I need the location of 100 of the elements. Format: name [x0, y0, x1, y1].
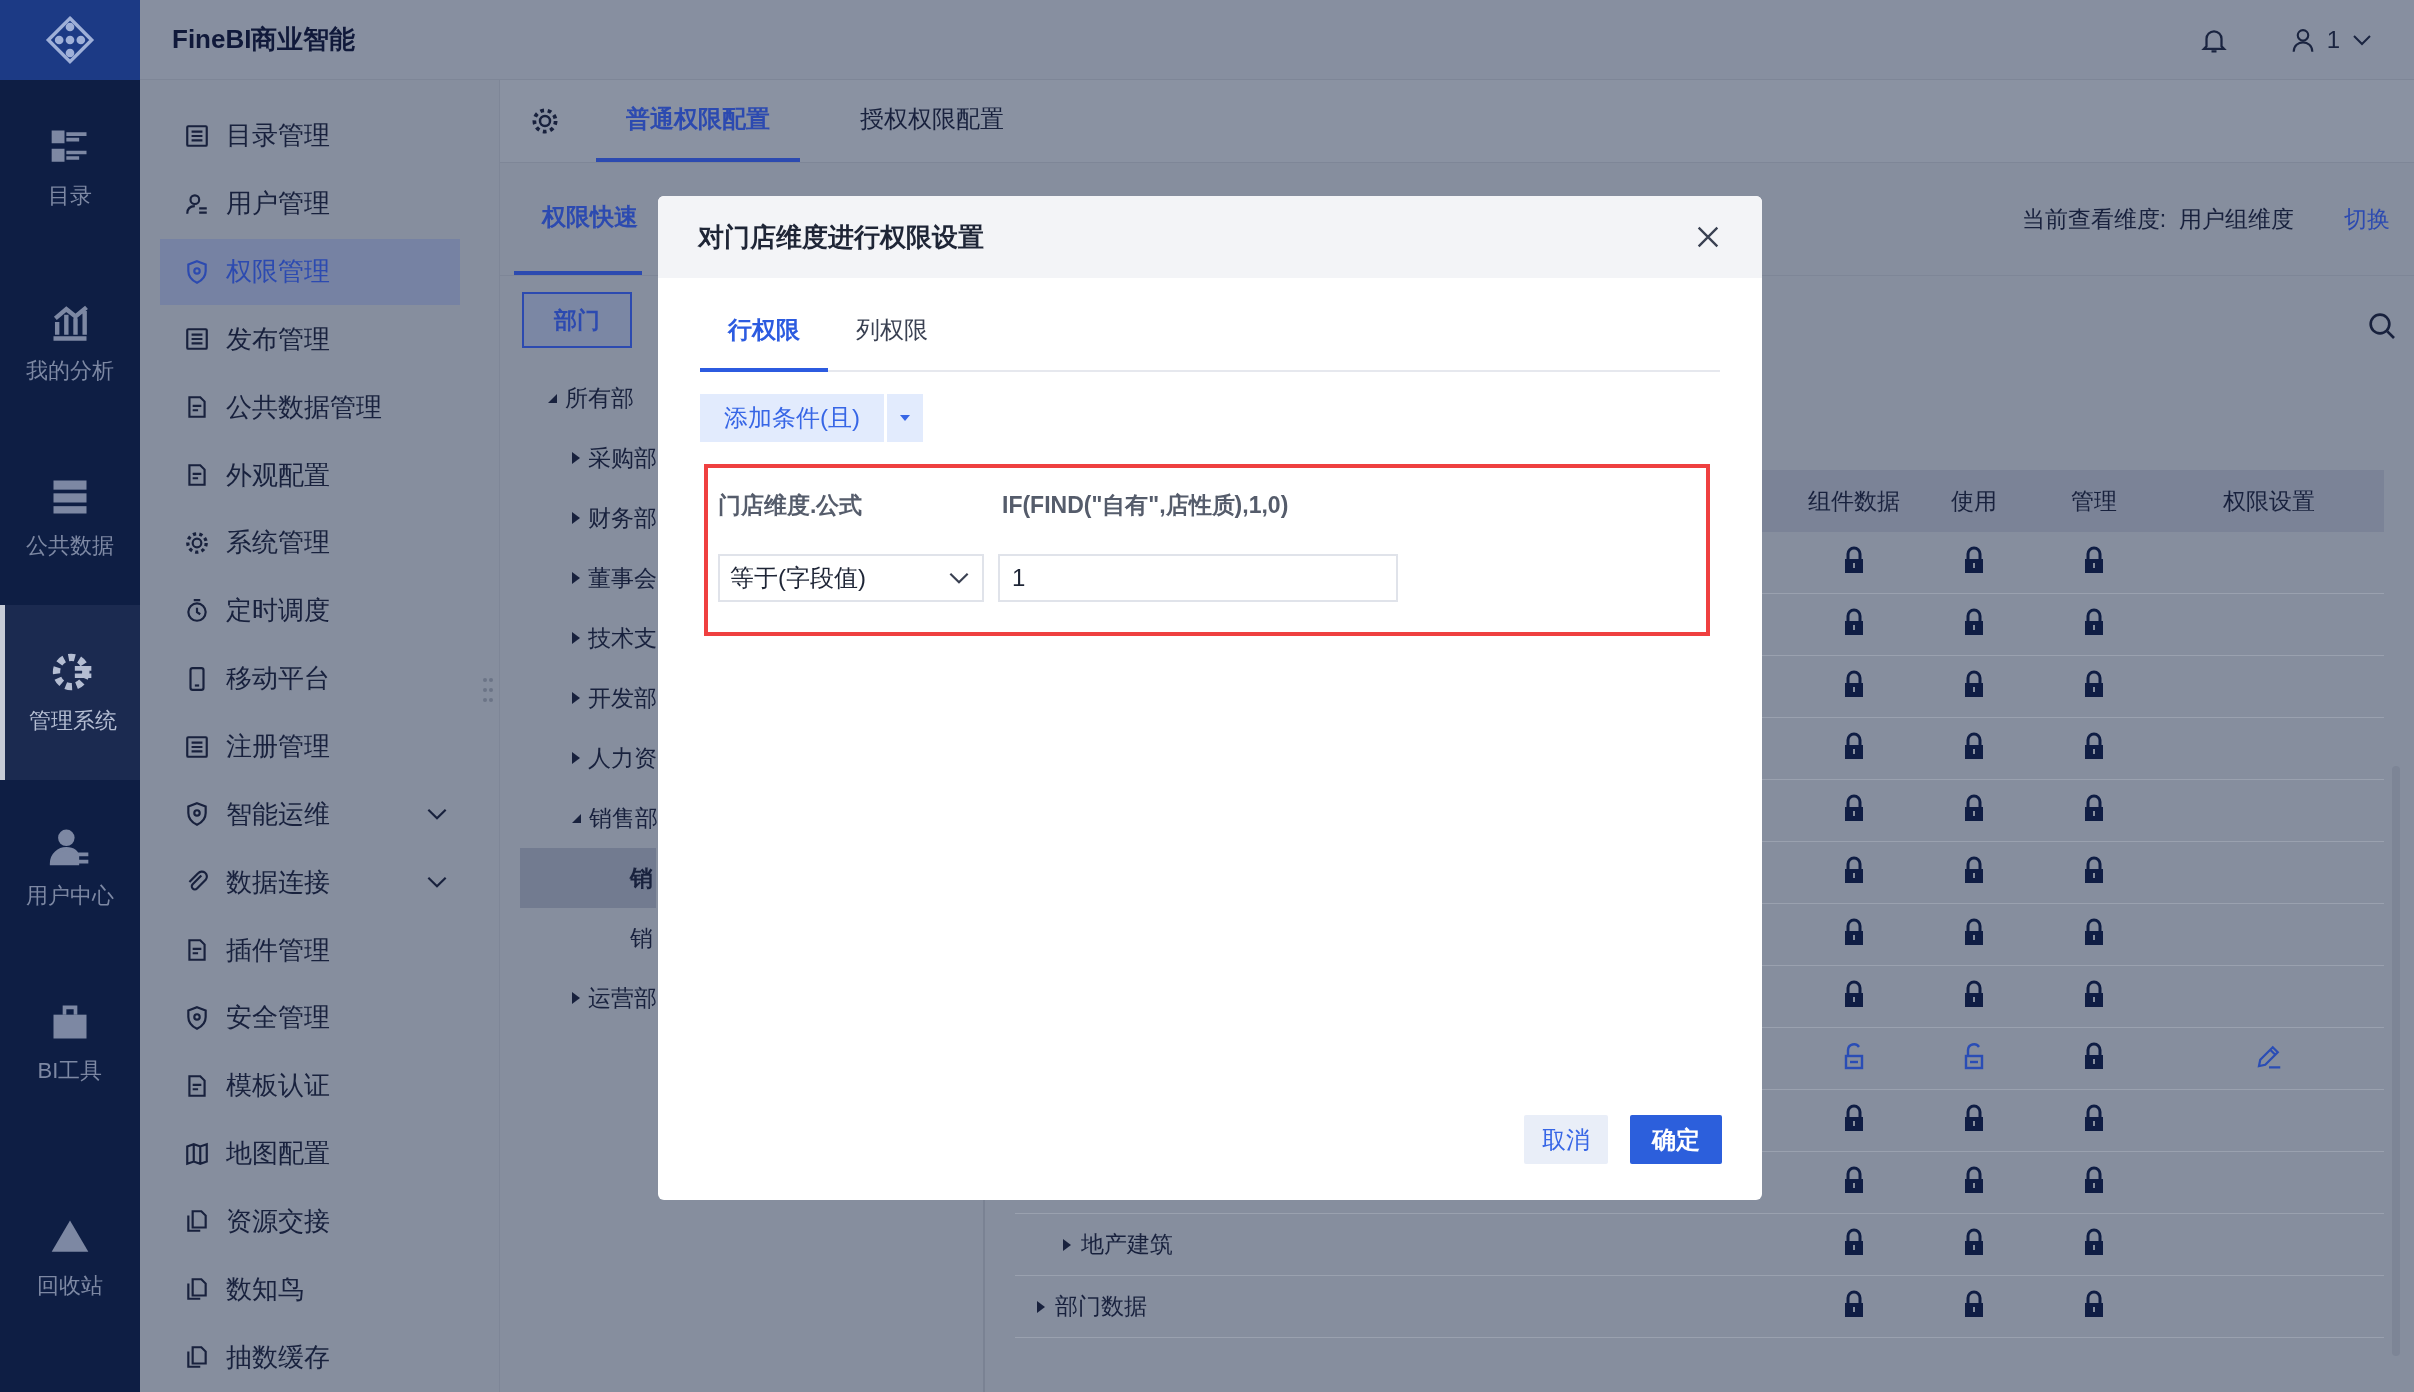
collapsed-triangle-icon[interactable]	[572, 512, 580, 524]
menu-item[interactable]: 安全管理	[160, 984, 460, 1051]
lock-icon[interactable]	[2082, 731, 2106, 760]
lock-icon[interactable]	[2082, 1103, 2106, 1132]
copy-icon	[184, 1208, 210, 1235]
tree-item[interactable]: 所有部	[520, 368, 656, 428]
lock-icon[interactable]	[2082, 1041, 2106, 1070]
lock-icon[interactable]	[2082, 669, 2106, 698]
tree-item[interactable]: 董事会	[520, 548, 656, 608]
rail-item[interactable]: 管理系统	[0, 605, 140, 780]
collapsed-triangle-icon[interactable]	[572, 752, 580, 764]
lock-icon[interactable]	[1842, 1227, 1866, 1256]
lock-icon[interactable]	[2082, 793, 2106, 822]
lock-icon[interactable]	[1962, 1165, 1986, 1194]
lock-icon[interactable]	[1842, 1289, 1866, 1318]
collapsed-triangle-icon[interactable]	[572, 572, 580, 584]
dropdown-toggle[interactable]	[887, 394, 923, 442]
settings-icon[interactable]	[530, 106, 560, 136]
lock-icon[interactable]	[1962, 1289, 1986, 1318]
list-icon	[184, 122, 210, 149]
value-field[interactable]: 1	[998, 554, 1398, 602]
expanded-triangle-icon[interactable]	[572, 813, 581, 823]
lock-icon[interactable]	[1842, 917, 1866, 946]
lock-icon[interactable]	[1842, 793, 1866, 822]
lock-icon[interactable]	[1842, 731, 1866, 760]
lock-icon[interactable]	[2082, 917, 2106, 946]
tab[interactable]: 行权限	[700, 314, 828, 372]
shield-icon	[184, 1004, 210, 1031]
rail-item[interactable]: 回收站	[0, 1170, 140, 1345]
tree-item[interactable]: 销售部	[520, 788, 656, 848]
menu-item[interactable]: 公共数据管理	[160, 374, 460, 441]
lock-icon[interactable]	[1842, 1165, 1866, 1194]
collapsed-triangle-icon[interactable]	[572, 632, 580, 644]
tree-item[interactable]: 销	[520, 908, 656, 968]
lock-icon[interactable]	[1962, 917, 1986, 946]
collapsed-triangle-icon[interactable]	[572, 452, 580, 464]
rail-item[interactable]: 用户中心	[0, 780, 140, 955]
row-name: 地产建筑	[1081, 1230, 1173, 1259]
lock-icon[interactable]	[2082, 1227, 2106, 1256]
tab[interactable]: 列权限	[828, 314, 956, 372]
lock-icon[interactable]	[1842, 669, 1866, 698]
lock-icon[interactable]	[1962, 545, 1986, 574]
rail-item[interactable]: 公共数据	[0, 430, 140, 605]
menu-item[interactable]: 外观配置	[160, 442, 460, 509]
rail-item[interactable]: 目录	[0, 80, 140, 255]
lock-icon[interactable]	[1962, 731, 1986, 760]
menu-item[interactable]: 插件管理	[160, 917, 460, 983]
menu-item[interactable]: 注册管理	[160, 713, 460, 780]
tree-item[interactable]: 财务部	[520, 488, 656, 548]
menu-item[interactable]: 抽数缓存	[160, 1324, 460, 1391]
menu-item[interactable]: 模板认证	[160, 1052, 460, 1119]
lock-icon[interactable]	[2082, 1289, 2106, 1318]
lock-icon[interactable]	[1842, 1103, 1866, 1132]
menu-item[interactable]: 数知鸟	[160, 1256, 460, 1323]
menu-item[interactable]: 移动平台	[160, 645, 460, 712]
tree-item[interactable]: 销	[520, 848, 656, 908]
tree-item[interactable]: 人力资	[520, 728, 656, 788]
lock-icon[interactable]	[2082, 979, 2106, 1008]
menu-item[interactable]: 地图配置	[160, 1120, 460, 1187]
lock-icon[interactable]	[2082, 855, 2106, 884]
expanded-triangle-icon[interactable]	[548, 393, 557, 403]
tree-item[interactable]: 开发部	[520, 668, 656, 728]
lock-icon[interactable]	[1842, 545, 1866, 574]
collapsed-triangle-icon[interactable]	[1063, 1238, 1071, 1251]
menu-item[interactable]: 系统管理	[160, 510, 460, 576]
lock-icon[interactable]	[1962, 669, 1986, 698]
add-condition-button[interactable]: 添加条件(且)	[700, 394, 884, 442]
lock-icon[interactable]	[1842, 979, 1866, 1008]
tree-item[interactable]: 采购部	[520, 428, 656, 488]
collapsed-triangle-icon[interactable]	[572, 692, 580, 704]
menu-item[interactable]: 发布管理	[160, 306, 460, 373]
lock-icon[interactable]	[2082, 1165, 2106, 1194]
tab[interactable]: 授权权限配置	[830, 80, 1034, 162]
cancel-button[interactable]: 取消	[1524, 1115, 1608, 1164]
lock-icon[interactable]	[1962, 793, 1986, 822]
lock-icon[interactable]	[1842, 855, 1866, 884]
menu-item[interactable]: 用户管理	[160, 170, 460, 237]
collapsed-triangle-icon[interactable]	[1037, 1300, 1045, 1313]
menu-item[interactable]: 智能运维	[160, 781, 460, 848]
lock-icon[interactable]	[1962, 607, 1986, 636]
confirm-button[interactable]: 确定	[1630, 1115, 1722, 1164]
collapsed-triangle-icon[interactable]	[572, 992, 580, 1004]
lock-icon[interactable]	[2082, 607, 2106, 636]
menu-item[interactable]: 资源交接	[160, 1188, 460, 1255]
rail-item[interactable]: 我的分析	[0, 255, 140, 430]
lock-icon[interactable]	[1962, 855, 1986, 884]
tree-item[interactable]: 运营部	[520, 968, 656, 1028]
menu-item[interactable]: 定时调度	[160, 577, 460, 644]
operator-select[interactable]: 等于(字段值)	[718, 554, 984, 602]
lock-icon[interactable]	[1962, 979, 1986, 1008]
user-name[interactable]: 1	[2326, 25, 2340, 54]
menu-item[interactable]: 目录管理	[160, 103, 460, 169]
lock-icon[interactable]	[1962, 1227, 1986, 1256]
lock-icon[interactable]	[1842, 607, 1866, 636]
lock-icon[interactable]	[1962, 1103, 1986, 1132]
menu-item[interactable]: 数据连接	[160, 849, 460, 916]
tab[interactable]: 普通权限配置	[596, 80, 800, 162]
lock-icon[interactable]	[2082, 545, 2106, 574]
rail-item[interactable]: BI工具	[0, 955, 140, 1130]
tree-item[interactable]: 技术支	[520, 608, 656, 668]
